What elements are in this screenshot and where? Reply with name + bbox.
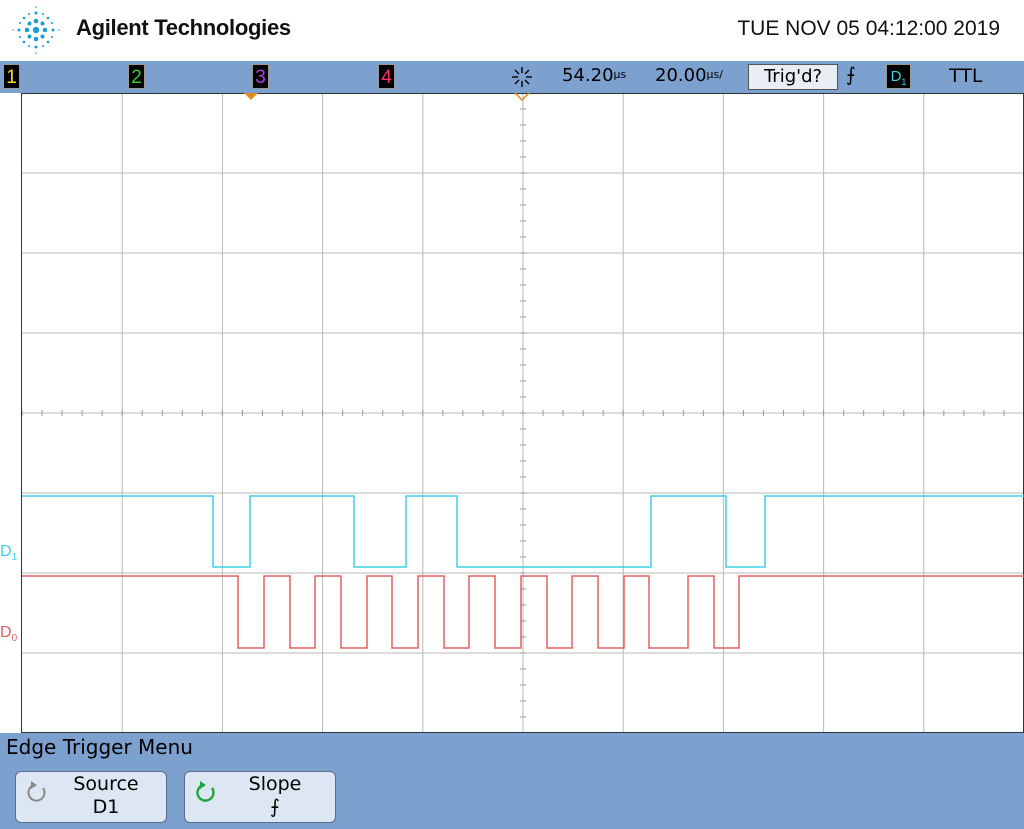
channel-1-badge[interactable]: 1 <box>3 64 20 89</box>
trigger-source-badge[interactable]: D1 <box>886 64 911 89</box>
channel-2-label: 2 <box>131 67 142 88</box>
cycle-arrow-icon <box>27 781 46 802</box>
source-softkey[interactable]: Source D1 <box>15 771 167 823</box>
channel-1-label: 1 <box>6 67 17 88</box>
cycle-arrow-icon <box>196 781 215 802</box>
d1-label-sub: 1 <box>11 552 18 564</box>
slope-softkey-label: Slope <box>248 773 302 795</box>
waveform-display: D1 D0 <box>0 92 1024 734</box>
status-bar: 1 2 3 4 54.20µs 20.00µs/ Trig'd? ⨍ D1 TT… <box>0 61 1024 93</box>
trigger-source-sub: 1 <box>901 77 907 87</box>
d0-channel-label: D0 <box>0 624 17 644</box>
slope-softkey[interactable]: Slope ⨍ <box>184 771 336 823</box>
waveform-graticule <box>0 92 1024 734</box>
header: Agilent Technologies TUE NOV 05 04:12:00… <box>0 0 1024 61</box>
channel-4-badge[interactable]: 4 <box>378 64 395 89</box>
time-delay-unit: µs <box>613 68 627 81</box>
channel-3-label: 3 <box>255 67 266 88</box>
channel-2-badge[interactable]: 2 <box>128 64 145 89</box>
d1-label-main: D <box>0 543 12 560</box>
date-time: TUE NOV 05 04:12:00 2019 <box>737 17 1000 40</box>
slope-softkey-value: ⨍ <box>270 796 280 818</box>
trigger-slope-icon: ⨍ <box>846 64 856 86</box>
agilent-spark-logo-icon <box>12 6 60 54</box>
time-scale-value: 20.00 <box>655 65 707 86</box>
time-scale-unit: µs/ <box>706 68 723 81</box>
menu-title: Edge Trigger Menu <box>6 735 193 759</box>
d0-label-sub: 0 <box>11 633 18 645</box>
time-delay-value: 54.20 <box>562 65 614 86</box>
run-stop-icon <box>512 67 532 87</box>
channel-4-label: 4 <box>381 67 392 88</box>
time-delay[interactable]: 54.20µs <box>562 65 626 86</box>
source-softkey-label: Source <box>73 773 139 795</box>
softkey-menu: Edge Trigger Menu Source D1 Slope ⨍ <box>0 733 1024 829</box>
channel-3-badge[interactable]: 3 <box>252 64 269 89</box>
brand-name: Agilent Technologies <box>76 15 291 40</box>
d1-channel-label: D1 <box>0 543 17 563</box>
trigger-level[interactable]: TTL <box>949 65 982 87</box>
time-scale[interactable]: 20.00µs/ <box>655 65 723 86</box>
trigger-source-main: D <box>890 68 902 85</box>
d0-label-main: D <box>0 624 12 641</box>
trigger-status-button[interactable]: Trig'd? <box>748 64 838 90</box>
source-softkey-value: D1 <box>92 796 120 818</box>
